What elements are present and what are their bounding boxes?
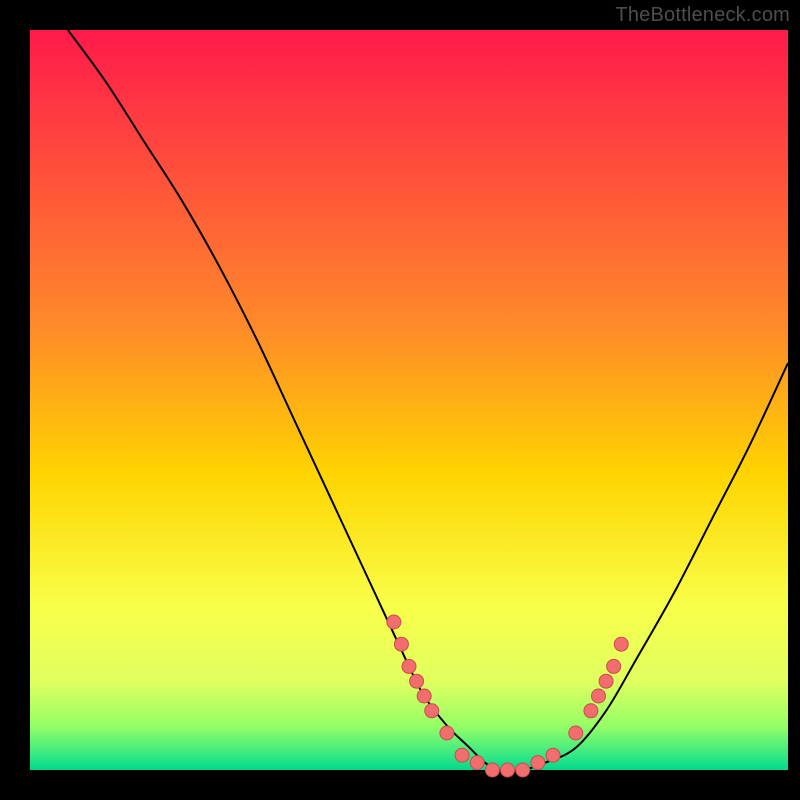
marker-dot — [501, 763, 515, 777]
bottleneck-chart — [0, 0, 800, 800]
marker-dot — [584, 704, 598, 718]
marker-dot — [592, 689, 606, 703]
marker-dot — [531, 756, 545, 770]
marker-dot — [410, 674, 424, 688]
marker-dot — [425, 704, 439, 718]
marker-dot — [607, 659, 621, 673]
marker-dot — [569, 726, 583, 740]
marker-dot — [485, 763, 499, 777]
marker-dot — [455, 748, 469, 762]
marker-dot — [402, 659, 416, 673]
marker-dot — [417, 689, 431, 703]
watermark-text: TheBottleneck.com — [615, 4, 790, 27]
marker-dot — [440, 726, 454, 740]
marker-dot — [387, 615, 401, 629]
marker-dot — [394, 637, 408, 651]
marker-dot — [599, 674, 613, 688]
marker-dot — [614, 637, 628, 651]
marker-dot — [470, 756, 484, 770]
marker-dot — [546, 748, 560, 762]
chart-container: TheBottleneck.com — [0, 0, 800, 800]
marker-dot — [516, 763, 530, 777]
